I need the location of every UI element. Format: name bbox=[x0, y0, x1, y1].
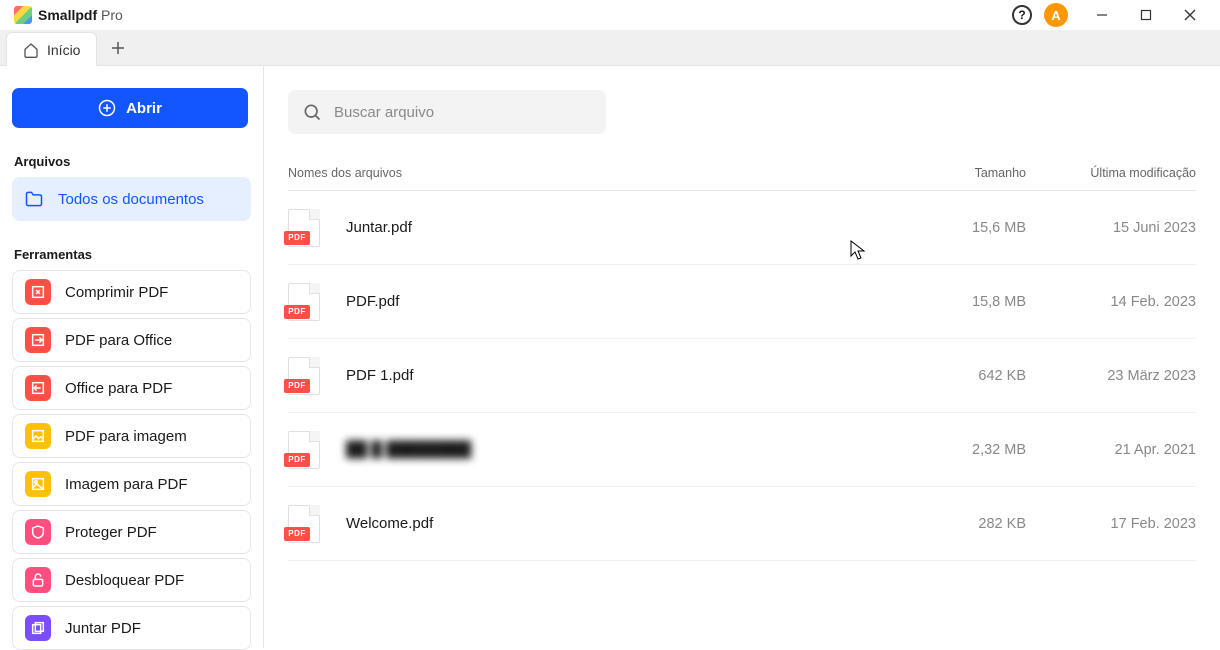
sidebar-item-pdf-to-image[interactable]: PDF para imagem bbox=[12, 414, 251, 458]
window-minimize-button[interactable] bbox=[1080, 1, 1124, 29]
app-edition: Pro bbox=[101, 7, 123, 23]
smallpdf-logo-icon bbox=[14, 6, 32, 24]
file-name: PDF.pdf bbox=[346, 293, 886, 310]
help-button[interactable]: ? bbox=[1012, 5, 1032, 25]
office-to-pdf-icon bbox=[25, 375, 51, 401]
pdf-badge: PDF bbox=[284, 453, 310, 467]
tab-label: Início bbox=[47, 42, 80, 58]
file-size: 282 KB bbox=[886, 516, 1026, 532]
sidebar-item-label: Juntar PDF bbox=[65, 620, 141, 637]
plus-icon bbox=[111, 41, 125, 55]
file-name: PDF 1.pdf bbox=[346, 367, 886, 384]
section-title-tools: Ferramentas bbox=[12, 247, 251, 262]
compress-icon bbox=[25, 279, 51, 305]
sidebar: Abrir Arquivos Todos os documentos Ferra… bbox=[0, 66, 264, 648]
close-icon bbox=[1184, 9, 1196, 21]
pdf-file-icon: PDF bbox=[288, 431, 322, 469]
sidebar-item-image-to-pdf[interactable]: Imagem para PDF bbox=[12, 462, 251, 506]
sidebar-item-merge[interactable]: Juntar PDF bbox=[12, 606, 251, 650]
window-close-button[interactable] bbox=[1168, 1, 1212, 29]
window-controls bbox=[1080, 1, 1212, 29]
sidebar-item-label: Desbloquear PDF bbox=[65, 572, 184, 589]
plus-circle-icon bbox=[98, 99, 116, 117]
file-size: 15,8 MB bbox=[886, 294, 1026, 310]
table-header: Nomes dos arquivos Tamanho Última modifi… bbox=[288, 166, 1196, 191]
file-modified: 15 Juni 2023 bbox=[1026, 220, 1196, 236]
header-size[interactable]: Tamanho bbox=[886, 166, 1026, 180]
minimize-icon bbox=[1096, 9, 1108, 21]
unlock-icon bbox=[25, 567, 51, 593]
app-title: Smallpdf Pro bbox=[38, 7, 123, 23]
maximize-icon bbox=[1140, 9, 1152, 21]
file-size: 2,32 MB bbox=[886, 442, 1026, 458]
header-filename[interactable]: Nomes dos arquivos bbox=[288, 166, 886, 180]
file-name: Welcome.pdf bbox=[346, 515, 886, 532]
pdf-badge: PDF bbox=[284, 379, 310, 393]
sidebar-item-label: Imagem para PDF bbox=[65, 476, 188, 493]
sidebar-item-all-documents[interactable]: Todos os documentos bbox=[12, 177, 251, 221]
user-avatar[interactable]: A bbox=[1044, 3, 1068, 27]
pdf-to-office-icon bbox=[25, 327, 51, 353]
home-icon bbox=[23, 42, 39, 58]
sidebar-item-label: PDF para Office bbox=[65, 332, 172, 349]
sidebar-item-pdf-to-office[interactable]: PDF para Office bbox=[12, 318, 251, 362]
image-to-pdf-icon bbox=[25, 471, 51, 497]
file-size: 15,6 MB bbox=[886, 220, 1026, 236]
app-name: Smallpdf bbox=[38, 7, 97, 23]
main-panel: Nomes dos arquivos Tamanho Última modifi… bbox=[264, 66, 1220, 648]
window-maximize-button[interactable] bbox=[1124, 1, 1168, 29]
pdf-badge: PDF bbox=[284, 527, 310, 541]
header-modified[interactable]: Última modificação bbox=[1026, 166, 1196, 180]
merge-icon bbox=[25, 615, 51, 641]
sidebar-item-protect[interactable]: Proteger PDF bbox=[12, 510, 251, 554]
open-label: Abrir bbox=[126, 100, 162, 117]
file-modified: 17 Feb. 2023 bbox=[1026, 516, 1196, 532]
table-row[interactable]: PDF Welcome.pdf282 KB17 Feb. 2023 bbox=[288, 487, 1196, 561]
sidebar-item-label: Office para PDF bbox=[65, 380, 172, 397]
pdf-file-icon: PDF bbox=[288, 209, 322, 247]
file-modified: 23 März 2023 bbox=[1026, 368, 1196, 384]
sidebar-item-label: PDF para imagem bbox=[65, 428, 187, 445]
table-row[interactable]: PDF PDF.pdf15,8 MB14 Feb. 2023 bbox=[288, 265, 1196, 339]
titlebar: Smallpdf Pro ? A bbox=[0, 0, 1220, 30]
pdf-file-icon: PDF bbox=[288, 283, 322, 321]
file-modified: 21 Apr. 2021 bbox=[1026, 442, 1196, 458]
file-size: 642 KB bbox=[886, 368, 1026, 384]
pdf-file-icon: PDF bbox=[288, 357, 322, 395]
sidebar-item-label: Todos os documentos bbox=[58, 191, 204, 208]
search-icon bbox=[302, 102, 322, 122]
app-logo-group: Smallpdf Pro bbox=[14, 6, 123, 24]
pdf-file-icon: PDF bbox=[288, 505, 322, 543]
tab-home[interactable]: Início bbox=[6, 32, 97, 66]
folder-icon bbox=[24, 189, 44, 209]
tabbar: Início bbox=[0, 30, 1220, 66]
sidebar-item-compress[interactable]: Comprimir PDF bbox=[12, 270, 251, 314]
sidebar-item-unlock[interactable]: Desbloquear PDF bbox=[12, 558, 251, 602]
table-row[interactable]: PDF Juntar.pdf15,6 MB15 Juni 2023 bbox=[288, 191, 1196, 265]
file-name: ██ █ ████████ bbox=[346, 441, 886, 458]
pdf-badge: PDF bbox=[284, 305, 310, 319]
table-row[interactable]: PDF ██ █ ████████2,32 MB21 Apr. 2021 bbox=[288, 413, 1196, 487]
pdf-to-image-icon bbox=[25, 423, 51, 449]
file-name: Juntar.pdf bbox=[346, 219, 886, 236]
section-title-files: Arquivos bbox=[12, 154, 251, 169]
search-input[interactable] bbox=[334, 104, 592, 121]
file-modified: 14 Feb. 2023 bbox=[1026, 294, 1196, 310]
search-box[interactable] bbox=[288, 90, 606, 134]
pdf-badge: PDF bbox=[284, 231, 310, 245]
table-row[interactable]: PDF PDF 1.pdf642 KB23 März 2023 bbox=[288, 339, 1196, 413]
new-tab-button[interactable] bbox=[103, 33, 133, 63]
sidebar-item-label: Comprimir PDF bbox=[65, 284, 168, 301]
sidebar-item-label: Proteger PDF bbox=[65, 524, 157, 541]
sidebar-item-office-to-pdf[interactable]: Office para PDF bbox=[12, 366, 251, 410]
shield-icon bbox=[25, 519, 51, 545]
file-table: Nomes dos arquivos Tamanho Última modifi… bbox=[288, 166, 1196, 561]
open-button[interactable]: Abrir bbox=[12, 88, 248, 128]
